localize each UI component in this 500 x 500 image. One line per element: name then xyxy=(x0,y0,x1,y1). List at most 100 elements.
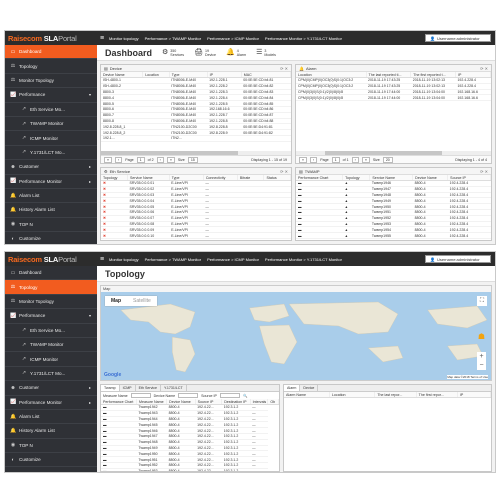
measure-name-input[interactable] xyxy=(130,393,151,398)
sidebar-item-top-n[interactable]: ◉ TOP N xyxy=(5,439,97,454)
user-menu[interactable]: 👤 Username:administrator xyxy=(425,255,491,263)
next-page-button[interactable]: › xyxy=(156,156,164,163)
sidebar-item-y1731[interactable]: ↗ Y.1731/LCT Mo... xyxy=(5,146,97,161)
crumb-link[interactable]: Performance > TWAMP Monitor xyxy=(143,257,204,262)
sidebar-item-history-alarm[interactable]: 🔔 History Alarm List xyxy=(5,424,97,439)
sidebar-item-alarm-list[interactable]: 🔔 Alarm List xyxy=(5,410,97,425)
last-page-button[interactable]: » xyxy=(166,156,175,163)
sidebar-item-twamp[interactable]: ↗ TWAMP Monitor xyxy=(5,338,97,353)
tab-icmp[interactable]: ICMP xyxy=(120,385,136,391)
stat-alarm[interactable]: 🔔 4 Alarm xyxy=(226,49,246,57)
sidebar-item-customize[interactable]: ◐ Customize xyxy=(5,232,97,244)
column-header[interactable]: IP xyxy=(457,392,491,398)
hamburger-icon[interactable]: ≡ xyxy=(97,256,107,263)
panel-header: ▤ Device ⟳ ✕ xyxy=(101,65,291,72)
next-page-button[interactable]: › xyxy=(351,156,359,163)
column-header[interactable]: Location xyxy=(329,392,376,398)
sidebar-item-alarm-list[interactable]: 🔔 Alarm List xyxy=(5,189,97,204)
sidebar-item-dashboard[interactable]: ▭ Dashboard xyxy=(5,45,97,60)
bell-icon: 🔔 xyxy=(10,427,17,434)
tab-twamp[interactable]: Twamp xyxy=(101,385,120,391)
tab-map[interactable]: Map xyxy=(105,296,127,306)
page-input[interactable]: 1 xyxy=(331,156,340,163)
prev-page-button[interactable]: ‹ xyxy=(310,156,318,163)
sidebar: ▭ Dashboard ⚖ Topology ⚖ Monitor Topology 📈… xyxy=(5,45,97,244)
table-cell: 8800-4 xyxy=(412,232,448,239)
panel-tools-icon[interactable]: ⟳ ✕ xyxy=(280,169,288,174)
tab-eth-service[interactable]: Eth Service xyxy=(136,385,161,391)
source-ip-input[interactable] xyxy=(219,393,240,398)
stat-services[interactable]: ⚙ 350 Services xyxy=(162,49,184,57)
table-row[interactable]: ▬ ▲ Twamp1955 8800-4 192.4.228.4 xyxy=(296,232,491,239)
table-cell: CPM(0)3(0)S(0:1)/2(0)/8(0)/8 xyxy=(296,94,367,102)
sidebar-item-monitor-topology[interactable]: ⚖ Monitor Topology xyxy=(5,74,97,89)
sidebar-item-performance[interactable]: 📈 Performance ▾ xyxy=(5,88,97,103)
page-size-select[interactable]: 15 xyxy=(187,156,198,163)
sidebar-item-customize[interactable]: ◐ Customize xyxy=(5,453,97,468)
crumb-link[interactable]: Performance Monitor > Y.1731/LCT Monitor xyxy=(263,257,344,262)
first-page-button[interactable]: « xyxy=(104,156,112,163)
table-row[interactable]: ✖ SRV35.0.0.0.10 E-Line/VPI — xyxy=(101,232,291,239)
sidebar-item-eth-service[interactable]: ↗ Eth Service Mo... xyxy=(5,103,97,117)
sidebar-item-topology[interactable]: ⚖ Topology xyxy=(5,59,97,74)
sidebar-item-y1731[interactable]: ↗ Y.1731/LCT Mo... xyxy=(5,367,97,382)
list-icon: ☰ xyxy=(256,48,263,56)
stat-device[interactable]: 🖨 19 Device xyxy=(194,49,216,57)
sidebar-item-customer[interactable]: ☻ Customer ▸ xyxy=(5,381,97,396)
tab-device[interactable]: Device xyxy=(300,385,319,391)
table-cell: 8800-4 xyxy=(166,468,196,471)
search-icon[interactable]: 🔍 xyxy=(243,394,247,398)
stat-models[interactable]: ☰ 3 Models xyxy=(256,49,276,57)
zoom-in-button[interactable]: + xyxy=(477,352,486,361)
prev-page-button[interactable]: ‹ xyxy=(115,156,123,163)
sidebar-item-history-alarm[interactable]: 🔔 History Alarm List xyxy=(5,203,97,218)
sidebar-item-top-n[interactable]: ◉ TOP N xyxy=(5,218,97,233)
column-header[interactable]: The first repor... xyxy=(416,392,458,398)
first-page-button[interactable]: « xyxy=(299,156,307,163)
table-row[interactable]: CPM(0)3(0)S(0:1)/2(0)/8(0)/8 2018-11-19 1… xyxy=(296,94,491,102)
page-size-select[interactable]: 20 xyxy=(382,156,393,163)
fullscreen-icon[interactable]: ⛶ xyxy=(477,296,487,306)
sidebar-item-dashboard[interactable]: ▭ Dashboard xyxy=(5,266,97,281)
table-row[interactable]: ▬ Twamp1953 8800-4 192.4.22... 192.3.1.2— xyxy=(101,468,279,471)
crumb-link[interactable]: Monitor topology xyxy=(107,36,141,41)
device-pager: «‹ Page 1 of 2 ›» Size 15 Displaying 1 - 15… xyxy=(101,155,291,163)
sidebar-item-twamp[interactable]: ↗ TWAMP Monitor xyxy=(5,117,97,132)
user-menu[interactable]: 👤 Username:administrator xyxy=(425,34,491,42)
sidebar-item-performance-monitor[interactable]: 📈 Performance Monitor ▸ xyxy=(5,396,97,410)
sidebar-item-customer[interactable]: ☻ Customer ▸ xyxy=(5,160,97,175)
sidebar-item-performance-monitor[interactable]: 📈 Performance Monitor ▸ xyxy=(5,175,97,189)
sidebar-item-icmp[interactable]: ↗ ICMP Monitor xyxy=(5,352,97,367)
world-map[interactable]: Map Satellite ⛶ ☗ + − Google Map data ©2… xyxy=(101,292,491,380)
page-input[interactable]: 1 xyxy=(136,156,145,163)
tab-y1731[interactable]: Y.1731/LCT xyxy=(161,385,187,391)
crumb-link[interactable]: Performance Monitor > Y.1731/LCT Monitor xyxy=(263,36,344,41)
column-header[interactable]: The last repor... xyxy=(374,392,417,398)
hamburger-icon[interactable]: ≡ xyxy=(97,35,107,42)
sidebar-item-eth-service[interactable]: ↗ Eth Service Mo... xyxy=(5,324,97,338)
panel-tools-icon[interactable]: ⟳ ✕ xyxy=(480,66,488,71)
crumb-link[interactable]: Performance > ICMP Monitor xyxy=(205,36,261,41)
zoom-out-button[interactable]: − xyxy=(477,361,486,370)
column-header[interactable]: Ob xyxy=(267,399,279,405)
crumb-link[interactable]: Monitor topology xyxy=(107,257,141,262)
user-icon: 👤 xyxy=(430,256,435,262)
sidebar-item-icmp[interactable]: ↗ ICMP Monitor xyxy=(5,131,97,146)
panel-tools-icon[interactable]: ⟳ ✕ xyxy=(480,169,488,174)
sidebar-item-monitor-topology[interactable]: ⚖ Monitor Topology xyxy=(5,295,97,310)
map-attribution[interactable]: Map data ©2018 Terms of Use xyxy=(447,375,488,379)
pegman-icon[interactable]: ☗ xyxy=(478,332,485,341)
device-name-input[interactable] xyxy=(178,393,199,398)
last-page-button[interactable]: » xyxy=(361,156,370,163)
column-header[interactable]: Alarm Name xyxy=(284,392,330,398)
device-panel: ▤ Device ⟳ ✕ Device Name Location Type IP … xyxy=(100,64,292,164)
tab-satellite[interactable]: Satellite xyxy=(127,296,157,306)
panel-tools-icon[interactable]: ⟳ ✕ xyxy=(280,66,288,71)
tab-alarm[interactable]: Alarm xyxy=(284,385,301,391)
sidebar-item-topology[interactable]: ⚖ Topology xyxy=(5,280,97,295)
table-row[interactable]: 192.1... ITN2... xyxy=(101,135,291,142)
crumb-link[interactable]: Performance > ICMP Monitor xyxy=(205,257,261,262)
bell-icon: 🔔 xyxy=(299,65,304,71)
crumb-link[interactable]: Performance > TWAMP Monitor xyxy=(143,36,204,41)
sidebar-item-performance[interactable]: 📈 Performance ▾ xyxy=(5,309,97,324)
